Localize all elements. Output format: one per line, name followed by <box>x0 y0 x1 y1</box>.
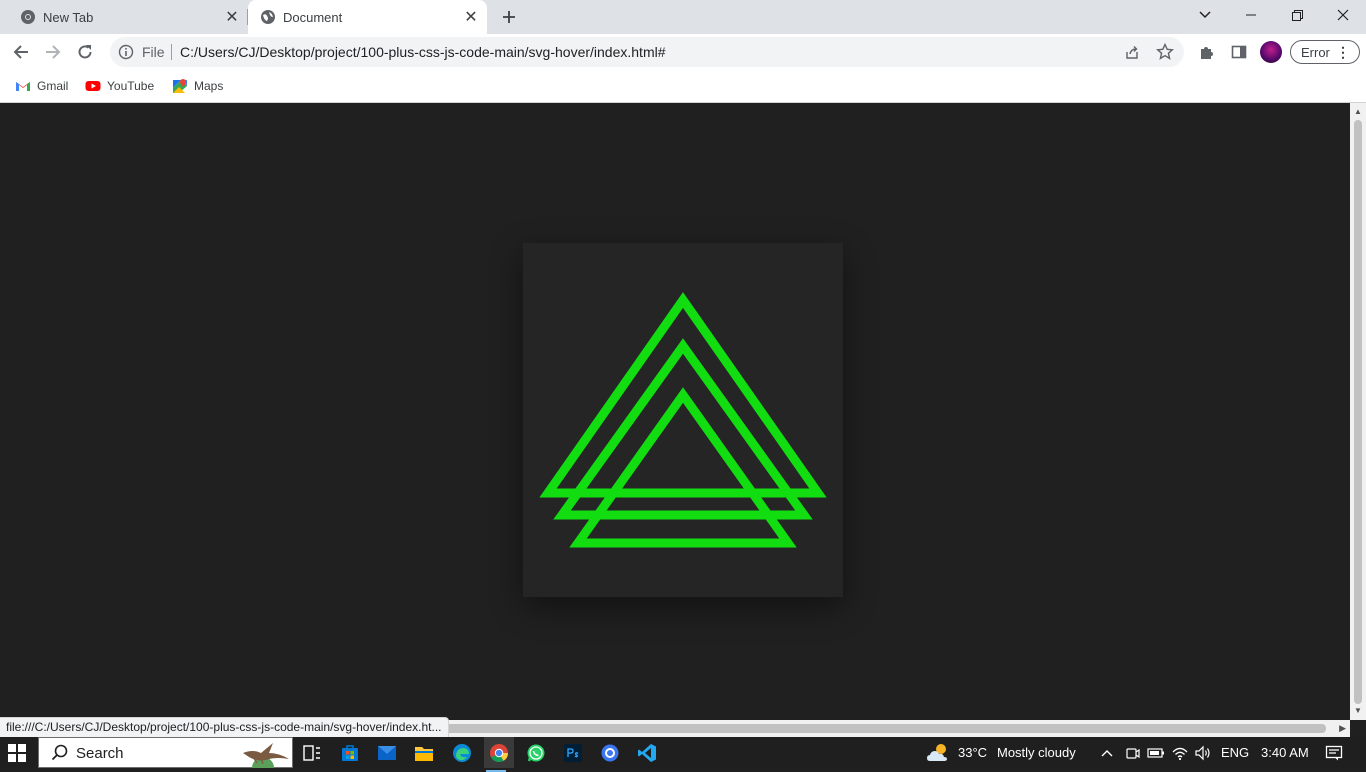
error-label: Error <box>1301 45 1330 60</box>
triangles-graphic[interactable] <box>523 243 843 597</box>
reload-button[interactable] <box>70 37 100 67</box>
puzzle-icon <box>1201 47 1213 59</box>
vscode-icon[interactable] <box>635 741 659 765</box>
tab-title: New Tab <box>43 10 94 25</box>
extensions-button[interactable] <box>1192 37 1222 67</box>
scroll-right-icon[interactable]: ▶ <box>1339 723 1346 734</box>
profile-error-chip[interactable]: Error ⋮ <box>1290 40 1360 64</box>
weather-cloud-icon[interactable] <box>926 741 952 765</box>
battery-icon[interactable] <box>1147 744 1165 762</box>
wifi-icon[interactable] <box>1171 744 1189 762</box>
youtube-icon <box>85 81 101 91</box>
close-tab-icon[interactable]: ✕ <box>220 5 244 29</box>
restore-icon <box>1291 9 1303 21</box>
chrome-icon <box>21 10 35 24</box>
tab-new-tab[interactable]: New Tab ✕ <box>8 0 248 34</box>
photoshop-icon[interactable] <box>561 741 585 765</box>
close-window-button[interactable] <box>1320 0 1366 30</box>
scroll-down-icon[interactable]: ▼ <box>1354 706 1362 715</box>
info-icon[interactable] <box>118 44 134 60</box>
forward-button[interactable] <box>38 37 68 67</box>
store-icon[interactable] <box>338 741 362 765</box>
arrow-right-icon <box>46 45 61 59</box>
meet-now-icon[interactable] <box>1124 744 1142 762</box>
chevron-down-icon <box>1199 11 1211 19</box>
bookmark-label: YouTube <box>107 79 155 93</box>
scrollbar-thumb[interactable] <box>1354 120 1362 704</box>
status-url-bubble: file:///C:/Users/CJ/Desktop/project/100-… <box>0 717 449 737</box>
scheme-label: File <box>142 44 165 60</box>
search-label: Search <box>76 745 124 762</box>
tab-search-button[interactable] <box>1182 0 1228 30</box>
share-icon[interactable] <box>1124 44 1140 60</box>
weather-condition[interactable]: Mostly cloudy <box>997 745 1076 760</box>
signal-icon[interactable] <box>598 741 622 765</box>
weather-temperature[interactable]: 33°C <box>958 745 987 760</box>
inner-triangle <box>569 387 797 548</box>
bookmark-label: Gmail <box>37 79 69 93</box>
minimize-icon <box>1246 14 1256 16</box>
windows-taskbar: Search 33°C Mostly cloudy ENG 3:40 AM <box>0 737 1366 772</box>
tab-strip: New Tab ✕ Document ✕ <box>0 0 1366 34</box>
bookmark-label: Maps <box>194 79 224 93</box>
address-bar[interactable]: File C:/Users/CJ/Desktop/project/100-plu… <box>110 37 1184 67</box>
minimize-button[interactable] <box>1228 0 1274 30</box>
svg-card[interactable] <box>523 243 843 597</box>
mail-icon[interactable] <box>375 741 399 765</box>
plus-icon <box>503 11 515 23</box>
new-tab-button[interactable] <box>496 4 522 30</box>
close-tab-icon[interactable]: ✕ <box>459 5 483 29</box>
scroll-up-icon[interactable]: ▲ <box>1354 107 1362 116</box>
side-panel-button[interactable] <box>1224 37 1254 67</box>
search-icon <box>51 744 68 761</box>
vertical-scrollbar[interactable]: ▲ ▼ <box>1350 103 1366 720</box>
edge-icon[interactable] <box>450 741 474 765</box>
tab-title: Document <box>283 10 343 25</box>
chrome-taskbar-icon[interactable] <box>484 737 514 772</box>
notifications-icon[interactable] <box>1325 744 1343 762</box>
browser-toolbar: File C:/Users/CJ/Desktop/project/100-plu… <box>0 34 1366 70</box>
taskbar-search-box[interactable]: Search <box>38 737 293 768</box>
close-icon <box>1337 9 1349 21</box>
page-viewport <box>0 103 1350 720</box>
url-text[interactable]: C:/Users/CJ/Desktop/project/100-plus-css… <box>180 44 666 60</box>
chevron-up-icon[interactable] <box>1098 744 1116 762</box>
restore-button[interactable] <box>1274 0 1320 30</box>
bookmarks-bar: Gmail YouTube Maps <box>0 70 1366 103</box>
back-button[interactable] <box>6 37 36 67</box>
clock[interactable]: 3:40 AM <box>1261 745 1309 760</box>
file-explorer-icon[interactable] <box>412 741 436 765</box>
tab-document[interactable]: Document ✕ <box>248 0 487 34</box>
task-view-icon[interactable] <box>300 741 324 765</box>
language-indicator[interactable]: ENG <box>1221 745 1249 760</box>
profile-avatar[interactable] <box>1260 41 1282 63</box>
reload-icon <box>78 45 92 59</box>
windows-start-icon[interactable] <box>8 744 26 762</box>
speaker-icon[interactable] <box>1194 744 1212 762</box>
search-highlight-icon <box>243 743 289 768</box>
arrow-left-icon <box>13 45 28 59</box>
omnibox-divider <box>171 44 172 60</box>
bookmark-star-icon[interactable] <box>1156 43 1174 61</box>
more-vert-icon: ⋮ <box>1336 44 1350 60</box>
gmail-icon <box>16 82 30 91</box>
globe-icon <box>261 10 275 24</box>
maps-icon <box>173 79 187 93</box>
whatsapp-icon[interactable] <box>524 741 548 765</box>
side-panel-icon <box>1231 45 1247 59</box>
